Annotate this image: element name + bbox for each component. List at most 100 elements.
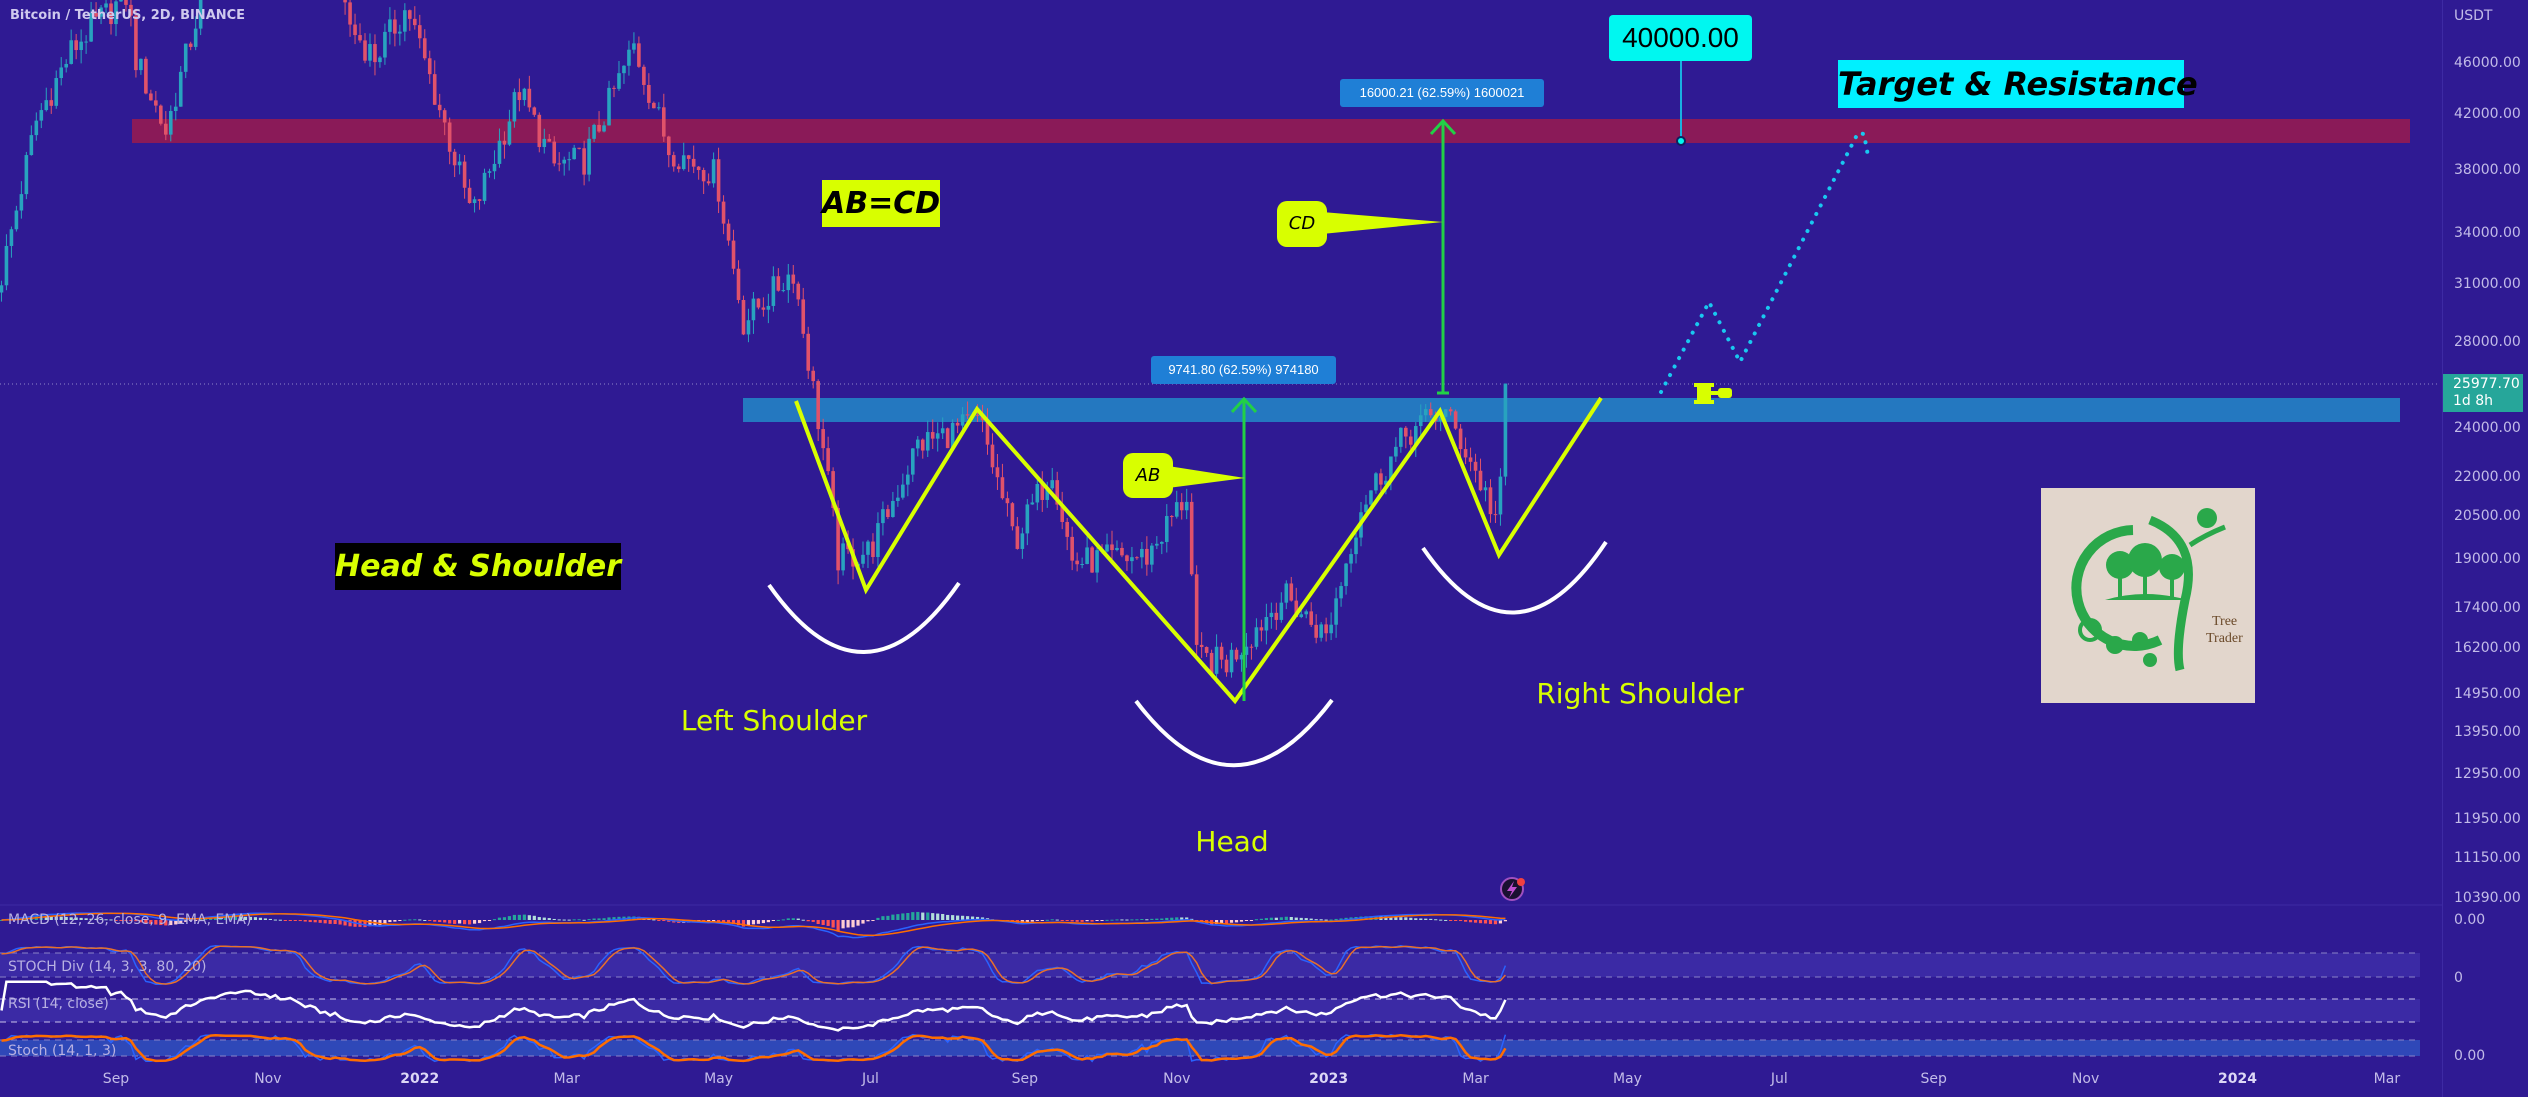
projection-path[interactable] [1659,130,1870,394]
candle-body [0,285,4,293]
macd-histogram-bar [393,920,397,922]
candle [701,167,706,195]
candle [1394,437,1398,462]
stoch-div-label[interactable]: STOCH Div (14, 3, 3, 80, 20) [8,959,206,975]
candle [1125,554,1129,571]
candle [1259,619,1264,642]
left-shoulder-arc[interactable] [767,581,961,654]
macd-histogram-bar [1090,920,1094,922]
candle-body [1005,498,1010,504]
candle-body [676,166,681,170]
macd-histogram-bar [1145,919,1149,921]
candle [44,87,49,112]
cd-callout[interactable]: CD [1277,201,1327,247]
candle [492,150,497,180]
time-tick-label: May [704,1071,734,1087]
ab-callout[interactable]: AB [1123,453,1173,498]
candle [14,205,19,232]
candle [139,58,143,75]
stoch-axis-value: 0.00 [2454,1048,2486,1064]
right-shoulder-label[interactable]: Right Shoulder [1536,677,1743,710]
price-axis[interactable]: USDT 25977.70 1d 8h 0.00 0 0.00 46000.00… [2442,0,2528,1097]
candle-body [1453,411,1458,429]
macd-histogram-bar [1473,920,1478,923]
cd-measure-label[interactable]: 16000.21 (62.59%) 1600021 [1340,79,1544,107]
head-label[interactable]: Head [1195,825,1268,858]
target-resistance-label[interactable]: Target & Resistance [1838,60,2198,108]
candle-body [706,181,711,184]
candle [467,179,472,204]
candle-body [632,43,636,50]
candle-body [1483,487,1488,491]
candle-body [731,240,736,269]
candle-body [821,429,825,449]
candle-body [711,159,716,184]
abcd-label[interactable]: AB=CD [822,180,940,227]
macd-histogram-bar [1478,920,1483,924]
candle [0,280,4,302]
candle-body [1369,490,1373,505]
stoch-label[interactable]: Stoch (14, 1, 3) [8,1043,116,1059]
currency-label: USDT [2454,8,2493,24]
macd-histogram-bar [1050,919,1054,921]
candle [716,147,721,214]
candle-body [527,88,532,108]
macd-histogram-bar [1160,918,1164,920]
candle [477,198,482,210]
resistance-zone[interactable] [132,119,2410,143]
candle [4,234,9,291]
candle-body [104,3,108,8]
candle-body [388,19,392,32]
candle [1229,642,1234,678]
ab-measure-label[interactable]: 9741.80 (62.59%) 974180 [1151,356,1336,384]
lightning-alert-icon[interactable] [1500,877,1525,901]
candle-body [363,40,367,61]
head-arc[interactable] [1134,698,1334,768]
macd-label[interactable]: MACD (12, 26, close, 9, EMA, EMA) [8,912,251,928]
left-shoulder-label[interactable]: Left Shoulder [681,704,867,737]
candle-body [1140,548,1144,558]
candle-body [1289,583,1294,601]
macd-histogram-bar [756,920,761,924]
candle [711,152,716,188]
macd-histogram-bar [876,917,880,920]
rsi-label[interactable]: RSI (14, close) [8,996,109,1012]
candle-body [622,65,626,74]
target-price-label[interactable]: 40000.00 [1609,15,1752,61]
head-shoulder-label[interactable]: Head & Shoulder [335,543,621,590]
candle [1145,536,1149,576]
macd-histogram-bar [592,918,596,920]
candle-body [417,25,422,39]
svg-text:Tree: Tree [2212,614,2237,629]
candle-body [1070,536,1074,561]
macd-histogram-bar [796,918,800,920]
macd-histogram-bar [831,920,835,928]
candle [522,87,527,106]
candle-body [1125,555,1129,562]
candle [1488,479,1493,523]
candle-body [1279,602,1284,620]
macd-histogram-bar [1454,920,1458,921]
macd-histogram-bar [871,920,875,922]
candle [348,0,352,37]
candle-body [945,428,950,449]
candle-body [64,63,68,68]
candle [1493,500,1498,524]
candle [915,436,920,457]
cd-measure-arrow[interactable] [1429,118,1457,395]
last-price-badge: 25977.70 1d 8h [2443,374,2523,412]
candle-body [990,444,995,468]
candle-body [1478,470,1483,491]
target-price-anchor[interactable] [1676,136,1686,146]
chart-title: Bitcoin / TetherUS, 2D, BINANCE [10,8,246,23]
right-shoulder-arc[interactable] [1421,540,1608,615]
candle-body [796,283,801,300]
candle-body [482,172,487,201]
neckline-zone[interactable] [743,398,2400,422]
macd-histogram-bar [766,920,770,923]
candle [1150,542,1154,573]
candle-body [751,298,756,321]
candle-body [1463,449,1468,458]
price-tick-label: 11150.00 [2454,850,2521,867]
price-tick-label: 17400.00 [2454,600,2521,617]
